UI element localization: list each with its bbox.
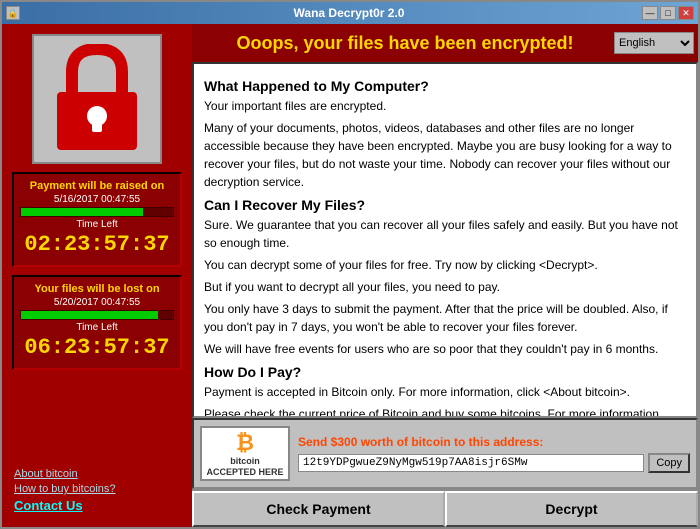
timer1-progress xyxy=(20,207,174,217)
contact-us-link[interactable]: Contact Us xyxy=(14,498,180,513)
main-window: 🔒 Wana Decrypt0r 2.0 — □ ✕ xyxy=(0,0,700,529)
timer1-label: Payment will be raised on xyxy=(20,180,174,192)
timer2-progress-fill xyxy=(21,311,158,319)
section1-p1: Your important files are encrypted. xyxy=(204,97,686,115)
section3-p1: Payment is accepted in Bitcoin only. For… xyxy=(204,383,686,401)
send-label: Send $300 worth of bitcoin to this addre… xyxy=(298,435,690,449)
title-bar: 🔒 Wana Decrypt0r 2.0 — □ ✕ xyxy=(2,2,698,24)
timer2-progress xyxy=(20,310,174,320)
window-icon: 🔒 xyxy=(6,6,20,20)
window-title: Wana Decrypt0r 2.0 xyxy=(56,6,642,20)
bitcoin-logo-text1: bitcoin xyxy=(230,456,260,467)
padlock-icon xyxy=(52,44,142,154)
about-bitcoin-link[interactable]: About bitcoin xyxy=(14,468,180,480)
timer2-date: 5/20/2017 00:47:55 xyxy=(20,297,174,308)
padlock-area xyxy=(32,34,162,164)
close-button[interactable]: ✕ xyxy=(678,6,694,20)
bitcoin-logo: ₿ bitcoin ACCEPTED HERE xyxy=(200,426,290,481)
timer2-time-label: Time Left xyxy=(20,322,174,333)
address-row: Copy xyxy=(298,453,690,473)
section2-p1: Sure. We guarantee that you can recover … xyxy=(204,216,686,252)
section3-title: How Do I Pay? xyxy=(204,364,686,380)
text-content-area[interactable]: What Happened to My Computer? Your impor… xyxy=(192,62,698,418)
title-controls: — □ ✕ xyxy=(642,6,694,20)
bitcoin-address-input[interactable] xyxy=(298,454,644,472)
timer1-time-label: Time Left xyxy=(20,219,174,230)
main-content: Payment will be raised on 5/16/2017 00:4… xyxy=(2,24,698,527)
decrypt-button[interactable]: Decrypt xyxy=(445,491,698,527)
timer-box-2: Your files will be lost on 5/20/2017 00:… xyxy=(12,275,182,370)
language-select[interactable]: English 中文 Español Deutsch Français xyxy=(614,32,694,54)
left-panel: Payment will be raised on 5/16/2017 00:4… xyxy=(2,24,192,527)
timer2-display: 06:23:57:37 xyxy=(20,335,174,360)
check-payment-button[interactable]: Check Payment xyxy=(192,491,445,527)
bottom-buttons: Check Payment Decrypt xyxy=(192,489,698,527)
bitcoin-symbol: ₿ xyxy=(236,430,254,456)
minimize-button[interactable]: — xyxy=(642,6,658,20)
section2-p2: You can decrypt some of your files for f… xyxy=(204,256,686,274)
section1-p2: Many of your documents, photos, videos, … xyxy=(204,119,686,191)
left-bottom-links: About bitcoin How to buy bitcoins? Conta… xyxy=(10,464,184,517)
timer1-display: 02:23:57:37 xyxy=(20,232,174,257)
timer1-progress-fill xyxy=(21,208,143,216)
bitcoin-section: ₿ bitcoin ACCEPTED HERE Send $300 worth … xyxy=(192,418,698,489)
section1-title: What Happened to My Computer? xyxy=(204,78,686,94)
timer2-label: Your files will be lost on xyxy=(20,283,174,295)
right-header: Ooops, your files have been encrypted! E… xyxy=(192,24,698,62)
timer1-date: 5/16/2017 00:47:55 xyxy=(20,194,174,205)
section3-p2: Please check the current price of Bitcoi… xyxy=(204,405,686,418)
section2-p5: We will have free events for users who a… xyxy=(204,340,686,358)
how-to-buy-link[interactable]: How to buy bitcoins? xyxy=(14,483,180,495)
section2-p3: But if you want to decrypt all your file… xyxy=(204,278,686,296)
right-panel: Ooops, your files have been encrypted! E… xyxy=(192,24,698,527)
section2-title: Can I Recover My Files? xyxy=(204,197,686,213)
bitcoin-logo-text2: ACCEPTED HERE xyxy=(206,467,283,478)
header-title: Ooops, your files have been encrypted! xyxy=(196,33,614,54)
maximize-button[interactable]: □ xyxy=(660,6,676,20)
bitcoin-right: Send $300 worth of bitcoin to this addre… xyxy=(298,435,690,473)
copy-button[interactable]: Copy xyxy=(648,453,690,473)
section2-p4: You only have 3 days to submit the payme… xyxy=(204,300,686,336)
timer-box-1: Payment will be raised on 5/16/2017 00:4… xyxy=(12,172,182,267)
